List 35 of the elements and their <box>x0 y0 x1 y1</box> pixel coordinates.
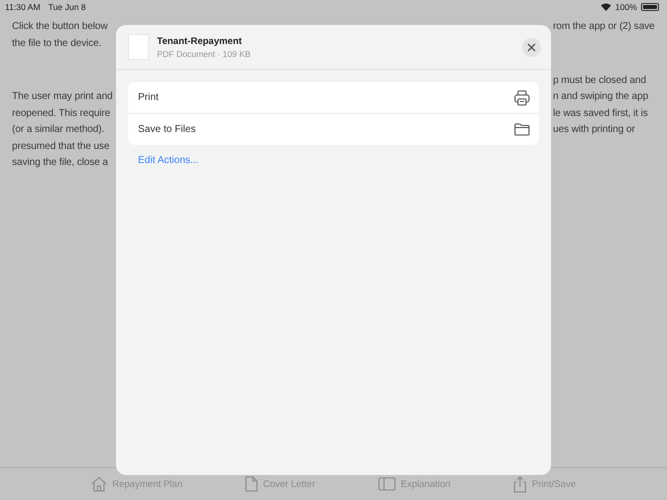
close-button[interactable] <box>522 38 541 56</box>
edit-actions-link[interactable]: Edit Actions... <box>138 155 199 166</box>
body-text-line: presumed that the use <box>12 140 110 154</box>
body-text-line: saving the file, close a <box>12 156 109 170</box>
share-icon[interactable] <box>512 476 527 492</box>
body-text-line: reopened. This require <box>12 106 112 120</box>
document-title: Tenant-Repayment <box>157 36 243 46</box>
tab-bar-item[interactable]: Repayment Plan <box>91 476 182 492</box>
status-date: Tue Jun 8 <box>48 2 86 12</box>
body-text-line: le was saved first, it is <box>553 106 649 120</box>
body-text-line: (or a similar method). <box>12 123 106 137</box>
action-item[interactable]: Print <box>128 82 539 113</box>
battery-percent: 100% <box>615 2 637 12</box>
house-icon[interactable] <box>91 476 108 492</box>
folder-icon <box>514 123 530 136</box>
document-thumbnail <box>128 34 149 60</box>
status-time: 11:30 AM <box>5 2 40 12</box>
body-text-line: ues with printing or <box>553 123 636 137</box>
body-text-line: p must be closed and <box>553 74 648 88</box>
tab-bar-item[interactable]: Print/Save <box>512 476 576 492</box>
tab-bar-item[interactable]: Explanation <box>378 477 450 491</box>
body-text-line: the file to the device. <box>12 36 102 50</box>
body-text-line: Click the button below <box>12 20 109 34</box>
action-item[interactable]: Save to Files <box>128 113 539 145</box>
battery-icon <box>641 2 659 10</box>
document-subtitle: PDF Document · 109 KB <box>157 48 252 58</box>
body-text-line: rom the app or (2) save <box>553 20 656 34</box>
body-text-line: n and swiping the app <box>553 90 650 104</box>
printer-icon <box>514 90 530 106</box>
close-icon <box>527 42 536 52</box>
sidebar-icon[interactable] <box>378 477 396 491</box>
wifi-icon <box>601 2 612 10</box>
body-text-line: The user may print and <box>12 90 113 104</box>
document-icon[interactable] <box>244 476 258 492</box>
tab-bar-item[interactable]: Cover Letter <box>244 476 316 492</box>
